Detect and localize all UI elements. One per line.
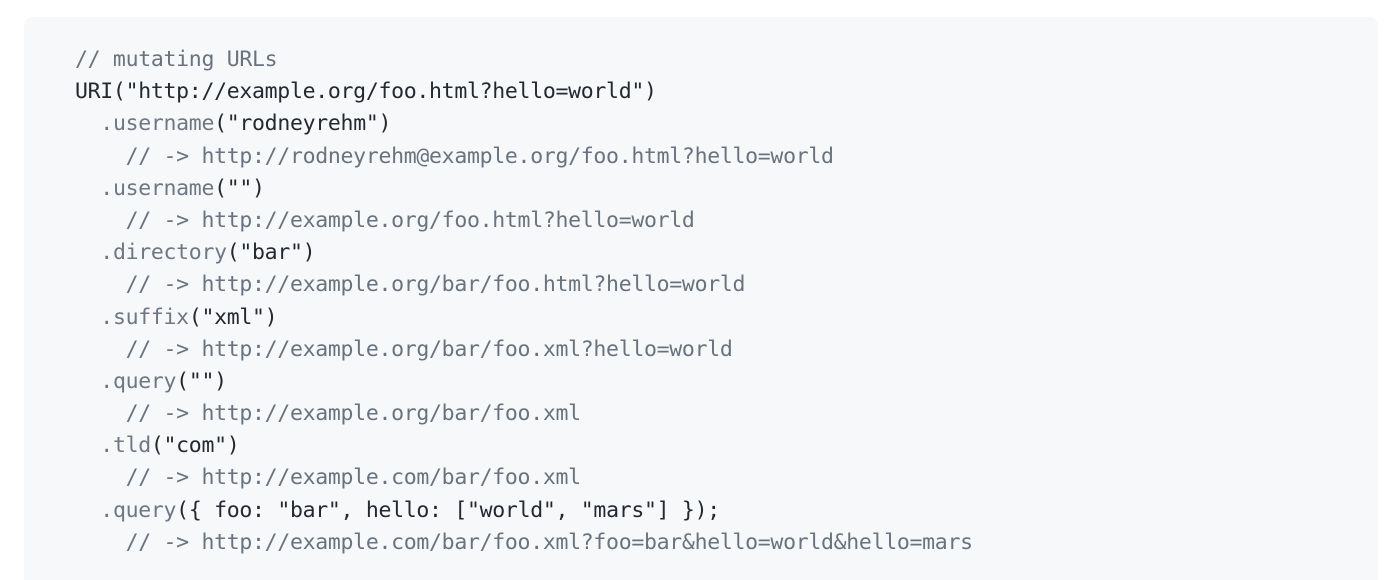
code-line-comment: // mutating URLs [75,44,1378,76]
comment-text: // -> http://example.org/bar/foo.xml?hel… [125,336,733,362]
code-line-call: .username("") [75,173,1378,205]
method-args: ("com") [150,433,240,459]
comment-text: // -> http://example.com/bar/foo.xml [125,465,582,491]
method-name: .tld [100,433,151,459]
method-name: .directory [100,240,227,266]
code-line-call: .directory("bar") [75,237,1378,269]
method-name: .username [100,175,215,201]
code-line-call: .tld("com") [75,430,1378,462]
code-line-constructor: URI("http://example.org/foo.html?hello=w… [75,76,1378,108]
code-line-comment: // -> http://example.org/bar/foo.xml [75,398,1378,430]
comment-text: // mutating URLs [75,47,278,72]
method-args: ("bar") [226,240,316,266]
method-name: .query [100,497,177,523]
code-block: // mutating URLs URI("http://example.org… [24,17,1378,580]
code-line-comment: // -> http://example.com/bar/foo.xml [75,462,1378,494]
code-line-comment: // -> http://example.com/bar/foo.xml?foo… [75,527,1378,559]
comment-text: // -> http://example.org/bar/foo.xml [125,401,582,427]
code-line-comment: // -> http://example.org/bar/foo.xml?hel… [75,334,1378,366]
method-args: ("") [176,368,227,394]
code-line-comment: // -> http://example.org/foo.html?hello=… [75,205,1378,237]
code-text: URI("http://example.org/foo.html?hello=w… [75,79,657,105]
comment-text: // -> http://example.org/bar/foo.html?he… [125,272,746,298]
code-line-call: .query("") [75,366,1378,398]
code-line-call: .username("rodneyrehm") [75,108,1378,140]
code-line-comment: // -> http://example.org/bar/foo.html?he… [75,269,1378,301]
code-line-call: .query({ foo: "bar", hello: ["world", "m… [75,495,1378,527]
comment-text: // -> http://example.com/bar/foo.xml?foo… [125,529,973,555]
comment-text: // -> http://example.org/foo.html?hello=… [125,207,695,233]
method-args: ("") [214,175,265,201]
method-args: ("xml") [188,304,278,330]
method-name: .username [100,111,215,137]
code-line-call: .suffix("xml") [75,302,1378,334]
comment-text: // -> http://rodneyrehm@example.org/foo.… [125,143,834,169]
method-args: ("rodneyrehm") [214,111,392,137]
code-line-comment: // -> http://rodneyrehm@example.org/foo.… [75,141,1378,173]
method-name: .query [100,368,177,394]
method-args: ({ foo: "bar", hello: ["world", "mars"] … [176,497,720,523]
method-name: .suffix [100,304,189,330]
